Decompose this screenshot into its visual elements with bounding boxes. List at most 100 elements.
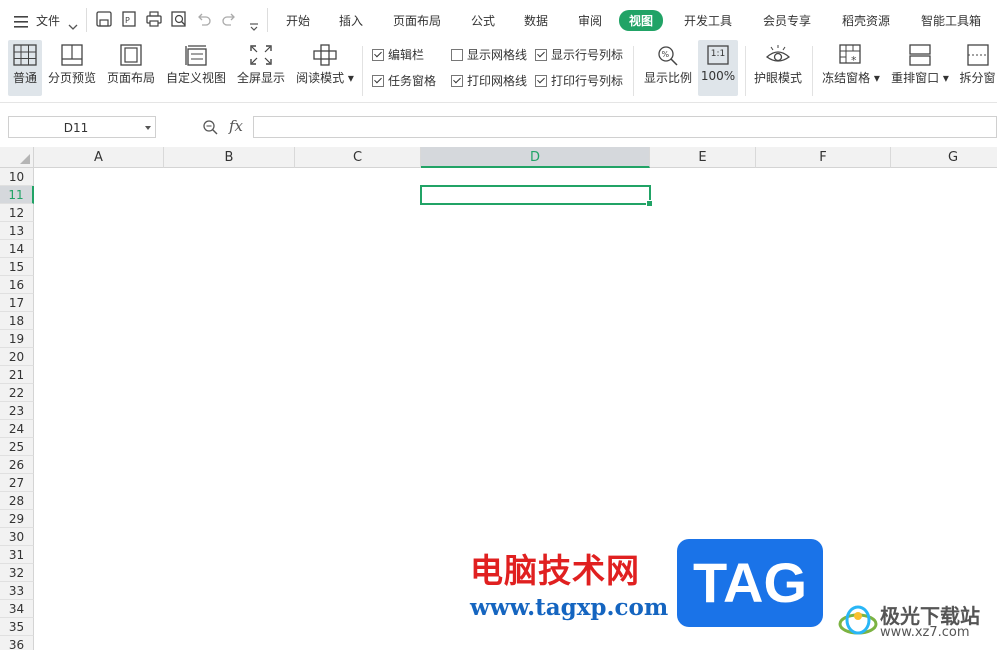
freeze-panes-button[interactable]: * 冻结窗格 ▾	[821, 40, 881, 96]
row-header[interactable]: 10	[0, 168, 34, 186]
print-headings-checkbox[interactable]: 打印行号列标	[535, 72, 623, 89]
row-header-selected[interactable]: 11	[0, 186, 34, 204]
chevron-down-icon[interactable]	[68, 16, 78, 35]
row-header[interactable]: 34	[0, 600, 34, 618]
row-header[interactable]: 19	[0, 330, 34, 348]
zoom-button[interactable]: % 显示比例	[641, 40, 695, 96]
row-header[interactable]: 25	[0, 438, 34, 456]
freeze-panes-label: 冻结窗格 ▾	[822, 71, 880, 85]
row-header[interactable]: 36	[0, 636, 34, 650]
tab-view[interactable]: 视图	[619, 10, 664, 31]
normal-view-button[interactable]: 普通	[8, 40, 42, 96]
show-gridlines-checkbox[interactable]: 显示网格线	[451, 46, 527, 63]
normal-view-icon	[13, 44, 37, 66]
zoom-100-button[interactable]: 1:1 100%	[698, 40, 738, 96]
column-header-c[interactable]: C	[295, 147, 421, 168]
row-header[interactable]: 12	[0, 204, 34, 222]
column-header-f[interactable]: F	[756, 147, 891, 168]
file-menu[interactable]: 文件	[36, 12, 60, 29]
svg-text:*: *	[851, 54, 857, 66]
page-break-preview-button[interactable]: 分页预览	[46, 40, 98, 96]
tab-docer[interactable]: 稻壳资源	[842, 12, 890, 29]
full-screen-button[interactable]: 全屏显示	[235, 40, 287, 96]
row-header[interactable]: 14	[0, 240, 34, 258]
active-cell-d11[interactable]	[420, 185, 653, 207]
divider	[362, 46, 363, 96]
custom-view-label: 自定义视图	[165, 71, 226, 85]
undo-icon[interactable]	[195, 10, 213, 28]
row-header[interactable]: 28	[0, 492, 34, 510]
fx-icon[interactable]: fx	[229, 117, 243, 135]
show-headings-checkbox[interactable]: 显示行号列标	[535, 46, 623, 63]
print-gridlines-checkbox[interactable]: 打印网格线	[451, 72, 527, 89]
row-header[interactable]: 22	[0, 384, 34, 402]
column-header-b[interactable]: B	[164, 147, 295, 168]
divider	[633, 46, 634, 96]
zoom-magnifier-icon[interactable]	[202, 119, 218, 139]
column-header-a[interactable]: A	[34, 147, 164, 168]
row-header[interactable]: 29	[0, 510, 34, 528]
row-header[interactable]: 13	[0, 222, 34, 240]
hamburger-icon[interactable]	[14, 13, 28, 32]
split-window-button[interactable]: 拆分窗	[958, 40, 997, 96]
row-header[interactable]: 32	[0, 564, 34, 582]
print-preview-icon[interactable]	[170, 10, 188, 28]
tab-home[interactable]: 开始	[286, 12, 310, 29]
full-screen-icon	[250, 45, 272, 65]
print-gridlines-checkbox-label: 打印网格线	[467, 74, 528, 88]
row-header[interactable]: 15	[0, 258, 34, 276]
save-icon[interactable]	[95, 10, 113, 28]
row-header[interactable]: 21	[0, 366, 34, 384]
chevron-down-icon[interactable]	[145, 126, 151, 130]
custom-view-button[interactable]: 自定义视图	[165, 40, 227, 96]
tab-developer[interactable]: 开发工具	[684, 12, 732, 29]
zoom-label: 显示比例	[643, 71, 692, 85]
arrange-windows-button[interactable]: 重排窗口 ▾	[890, 40, 950, 96]
divider	[86, 8, 87, 32]
formula-bar-checkbox[interactable]: 编辑栏	[372, 46, 424, 63]
tab-formulas[interactable]: 公式	[471, 12, 495, 29]
row-header[interactable]: 33	[0, 582, 34, 600]
page-break-preview-icon	[61, 44, 83, 66]
divider	[812, 46, 813, 96]
row-header[interactable]: 31	[0, 546, 34, 564]
row-header[interactable]: 17	[0, 294, 34, 312]
column-header-e[interactable]: E	[650, 147, 756, 168]
row-header[interactable]: 18	[0, 312, 34, 330]
watermark-tag-logo: TAG	[677, 539, 823, 627]
print-icon[interactable]	[145, 10, 163, 28]
row-header[interactable]: 26	[0, 456, 34, 474]
redo-icon[interactable]	[220, 10, 238, 28]
tab-member[interactable]: 会员专享	[763, 12, 811, 29]
split-window-icon	[966, 44, 989, 66]
show-gridlines-checkbox-label: 显示网格线	[467, 48, 528, 62]
page-layout-view-button[interactable]: 页面布局	[106, 40, 156, 96]
svg-text:%: %	[662, 50, 670, 59]
row-header[interactable]: 35	[0, 618, 34, 636]
tab-review[interactable]: 审阅	[578, 12, 602, 29]
page-break-preview-label: 分页预览	[47, 71, 96, 85]
quick-access-dropdown-icon[interactable]	[249, 16, 259, 35]
watermark-url: www.tagxp.com	[470, 594, 669, 621]
row-header[interactable]: 27	[0, 474, 34, 492]
row-header[interactable]: 23	[0, 402, 34, 420]
tab-page-layout[interactable]: 页面布局	[393, 12, 441, 29]
row-header[interactable]: 20	[0, 348, 34, 366]
row-header[interactable]: 16	[0, 276, 34, 294]
row-header[interactable]: 30	[0, 528, 34, 546]
row-header[interactable]: 24	[0, 420, 34, 438]
name-box[interactable]: D11	[8, 116, 156, 138]
reading-mode-button[interactable]: 阅读模式 ▾	[295, 40, 355, 96]
show-headings-checkbox-label: 显示行号列标	[551, 48, 624, 62]
tab-smart-tools[interactable]: 智能工具箱	[921, 12, 981, 29]
select-all-corner[interactable]	[0, 147, 34, 168]
tab-data[interactable]: 数据	[524, 12, 548, 29]
tab-insert[interactable]: 插入	[339, 12, 363, 29]
column-header-d[interactable]: D	[421, 147, 650, 168]
eye-protection-button[interactable]: 护眼模式	[752, 40, 804, 96]
page-layout-view-icon	[120, 44, 142, 66]
formula-input[interactable]	[253, 116, 997, 138]
export-icon[interactable]: P	[120, 10, 138, 28]
column-header-g[interactable]: G	[891, 147, 997, 168]
task-pane-checkbox[interactable]: 任务窗格	[372, 72, 436, 89]
